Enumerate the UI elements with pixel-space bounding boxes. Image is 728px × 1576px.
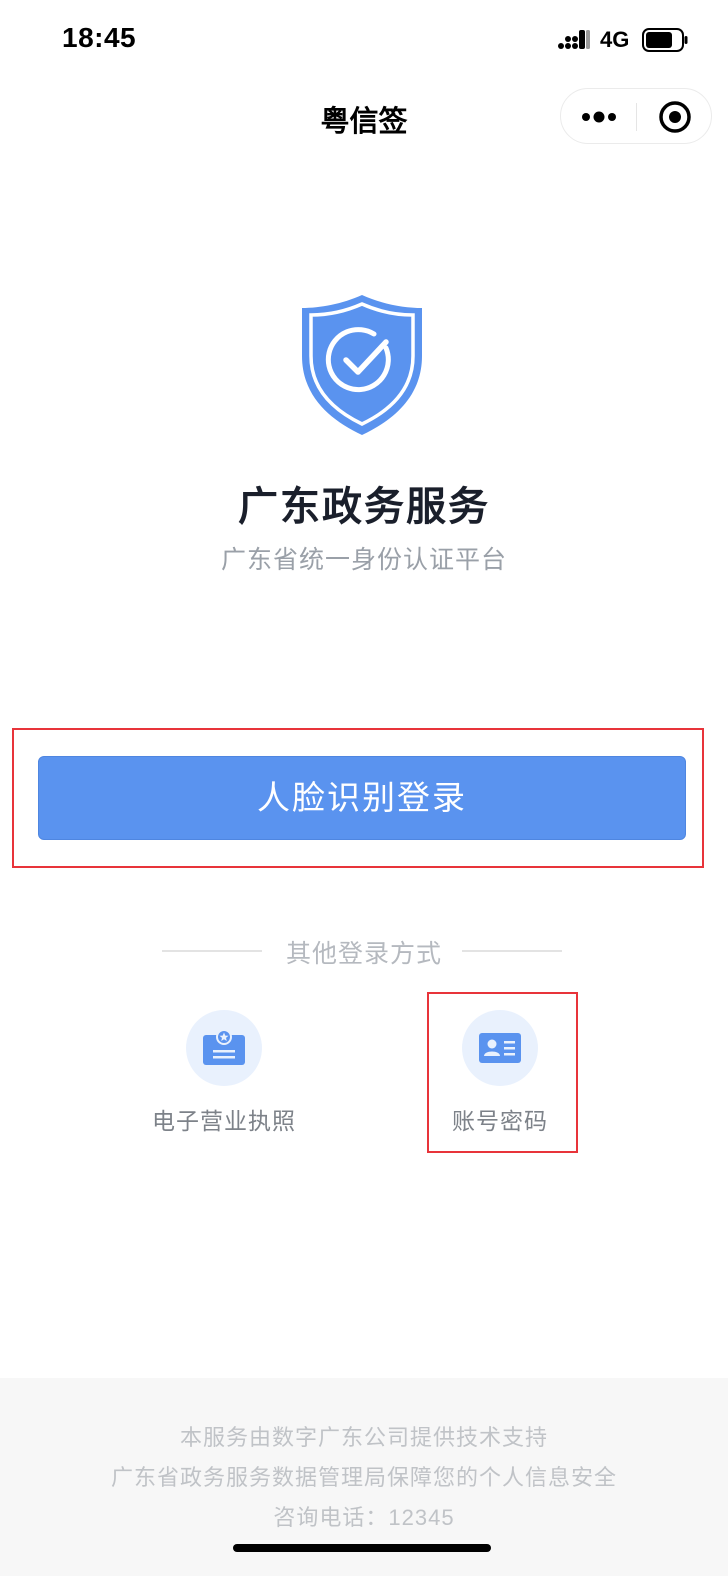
signal-icon	[558, 30, 590, 49]
business-license-icon	[186, 1010, 262, 1086]
footer-phone-text: 咨询电话：12345	[273, 1505, 455, 1530]
app-subtitle: 广东省统一身份认证平台	[220, 546, 507, 574]
status-time: 18:45	[62, 22, 137, 53]
footer-support-text: 本服务由数字广东公司提供技术支持	[179, 1425, 548, 1450]
shield-check-icon	[302, 295, 422, 435]
footer-privacy-text: 广东省政务服务数据管理局保障您的个人信息安全	[110, 1465, 617, 1490]
nav-bar: 粤信签	[0, 80, 728, 152]
business-license-label: 电子营业执照	[152, 1108, 296, 1134]
face-login-button[interactable]: 人脸识别登录	[38, 756, 686, 840]
battery-icon	[642, 28, 688, 52]
home-indicator	[233, 1544, 491, 1552]
other-methods-label: 其他登录方式	[285, 940, 442, 968]
app-title: 广东政务服务	[238, 485, 490, 529]
status-bar: 18:45 4G	[0, 0, 728, 80]
highlight-frame-account-password	[427, 992, 578, 1153]
mini-program-close-icon[interactable]	[637, 89, 712, 145]
network-type: 4G	[600, 27, 630, 52]
mini-program-capsule	[560, 88, 712, 144]
divider-right	[462, 950, 562, 952]
more-dots-icon[interactable]	[561, 89, 636, 145]
business-license-login-option[interactable]: 电子营业执照	[124, 1008, 324, 1148]
